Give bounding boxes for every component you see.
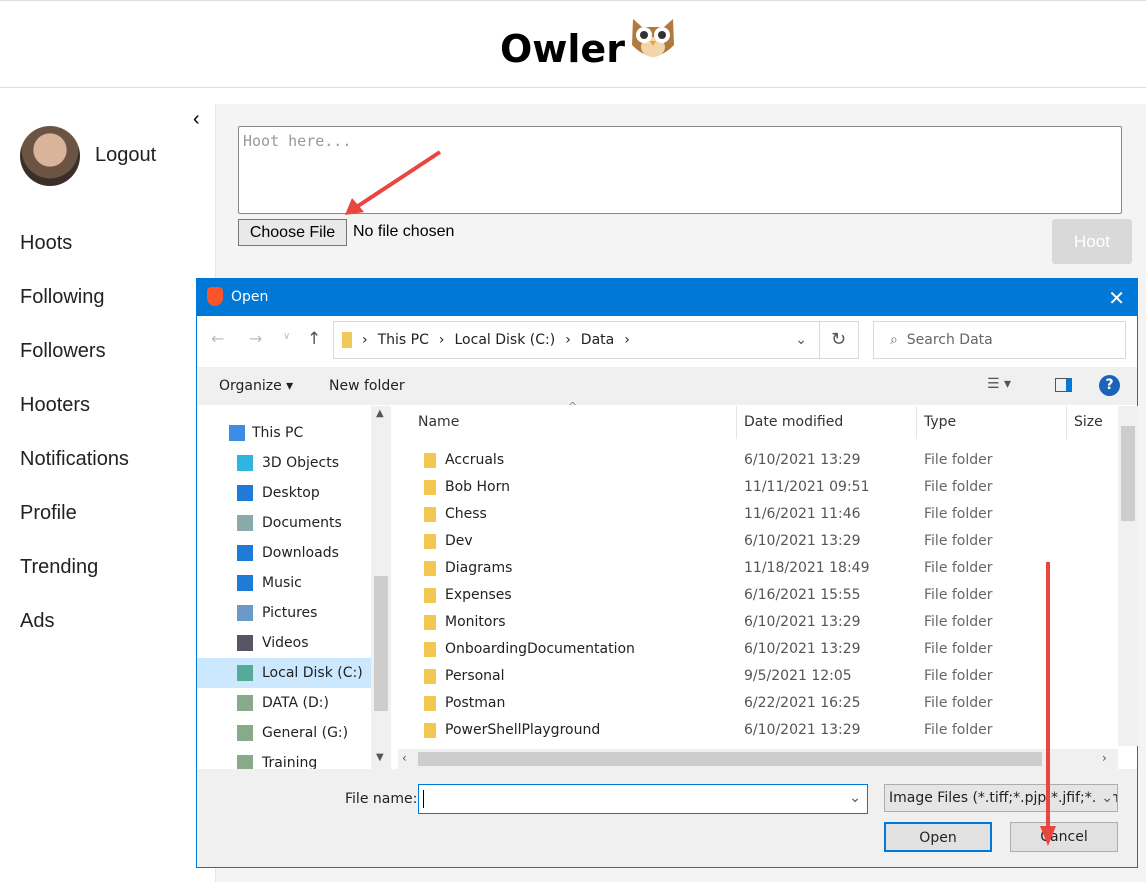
arrowhead — [345, 198, 364, 215]
annotation-arrows — [345, 150, 1056, 846]
arrow-to-choose-file — [356, 150, 442, 208]
arrowhead — [1040, 826, 1056, 846]
